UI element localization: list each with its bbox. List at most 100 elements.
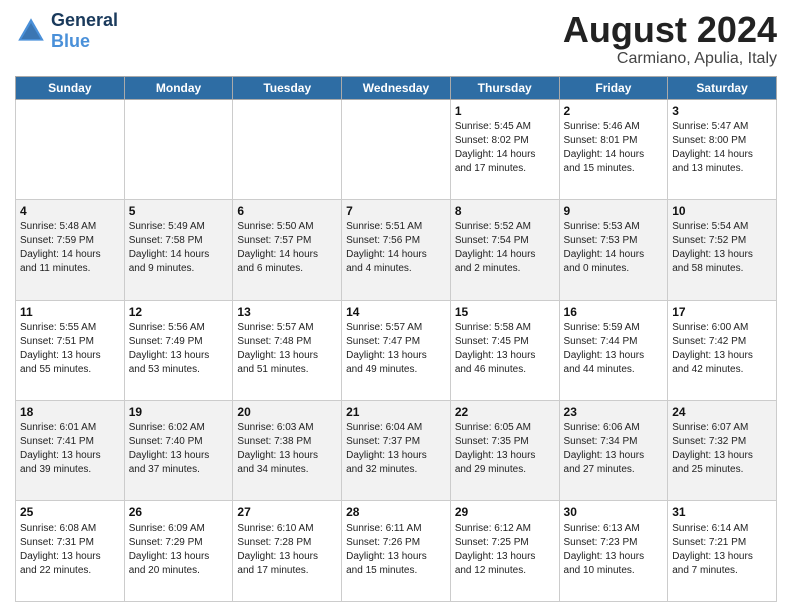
day-number: 25 — [20, 504, 120, 520]
day-number: 21 — [346, 404, 446, 420]
day-info: Sunrise: 6:07 AM Sunset: 7:32 PM Dayligh… — [672, 421, 772, 477]
day-info: Sunrise: 5:48 AM Sunset: 7:59 PM Dayligh… — [20, 220, 120, 276]
day-number: 18 — [20, 404, 120, 420]
day-info: Sunrise: 6:05 AM Sunset: 7:35 PM Dayligh… — [455, 421, 555, 477]
day-info: Sunrise: 5:59 AM Sunset: 7:44 PM Dayligh… — [564, 321, 664, 377]
calendar-cell-w4-d7: 24Sunrise: 6:07 AM Sunset: 7:32 PM Dayli… — [668, 401, 777, 501]
page: General Blue August 2024 Carmiano, Apuli… — [0, 0, 792, 612]
calendar-cell-w3-d6: 16Sunrise: 5:59 AM Sunset: 7:44 PM Dayli… — [559, 300, 668, 400]
calendar-cell-w1-d4 — [342, 99, 451, 199]
day-number: 11 — [20, 304, 120, 320]
col-saturday: Saturday — [668, 76, 777, 99]
logo-text: General Blue — [51, 10, 118, 52]
day-info: Sunrise: 6:00 AM Sunset: 7:42 PM Dayligh… — [672, 321, 772, 377]
calendar-cell-w5-d4: 28 Sunrise: 6:11 AM Sunset: 7:26 PM Dayli… — [342, 501, 451, 602]
day-number: 13 — [237, 304, 337, 320]
day-number: 10 — [672, 203, 772, 219]
day-info: Sunrise: 5:55 AM Sunset: 7:51 PM Dayligh… — [20, 321, 120, 377]
day-number: 5 — [129, 203, 229, 219]
calendar-cell-w4-d4: 21Sunrise: 6:04 AM Sunset: 7:37 PM Dayli… — [342, 401, 451, 501]
calendar-cell-w2-d2: 5Sunrise: 5:49 AM Sunset: 7:58 PM Daylig… — [124, 200, 233, 300]
calendar-cell-w4-d6: 23Sunrise: 6:06 AM Sunset: 7:34 PM Dayli… — [559, 401, 668, 501]
day-number: 26 — [129, 504, 229, 520]
calendar-cell-w1-d1 — [16, 99, 125, 199]
day-info: Sunrise: 5:57 AM Sunset: 7:47 PM Dayligh… — [346, 321, 446, 377]
day-info: Sunrise: 5:50 AM Sunset: 7:57 PM Dayligh… — [237, 220, 337, 276]
day-info: Sunrise: 5:57 AM Sunset: 7:48 PM Dayligh… — [237, 321, 337, 377]
day-info: Sunrise: 5:54 AM Sunset: 7:52 PM Dayligh… — [672, 220, 772, 276]
col-wednesday: Wednesday — [342, 76, 451, 99]
day-info: Sunrise: 6:14 AM Sunset: 7:21 PM Dayligh… — [672, 522, 772, 578]
day-number: 22 — [455, 404, 555, 420]
calendar-cell-w2-d3: 6Sunrise: 5:50 AM Sunset: 7:57 PM Daylig… — [233, 200, 342, 300]
day-number: 24 — [672, 404, 772, 420]
calendar-cell-w5-d3: 27 Sunrise: 6:10 AM Sunset: 7:28 PM Dayli… — [233, 501, 342, 602]
title-area: August 2024 Carmiano, Apulia, Italy — [563, 10, 777, 68]
calendar-cell-w1-d2 — [124, 99, 233, 199]
day-info: Sunrise: 5:53 AM Sunset: 7:53 PM Dayligh… — [564, 220, 664, 276]
day-info: Sunrise: 5:58 AM Sunset: 7:45 PM Dayligh… — [455, 321, 555, 377]
col-monday: Monday — [124, 76, 233, 99]
calendar-cell-w4-d1: 18Sunrise: 6:01 AM Sunset: 7:41 PM Dayli… — [16, 401, 125, 501]
day-number: 17 — [672, 304, 772, 320]
calendar-week-1: 1Sunrise: 5:45 AM Sunset: 8:02 PM Daylig… — [16, 99, 777, 199]
day-info: Sunrise: 6:02 AM Sunset: 7:40 PM Dayligh… — [129, 421, 229, 477]
day-number: 1 — [455, 103, 555, 119]
day-info: Sunrise: 6:03 AM Sunset: 7:38 PM Dayligh… — [237, 421, 337, 477]
day-info: Sunrise: 6:11 AM Sunset: 7:26 PM Dayligh… — [346, 522, 446, 578]
day-number: 27 — [237, 504, 337, 520]
calendar-cell-w4-d2: 19Sunrise: 6:02 AM Sunset: 7:40 PM Dayli… — [124, 401, 233, 501]
day-number: 3 — [672, 103, 772, 119]
calendar-cell-w3-d3: 13Sunrise: 5:57 AM Sunset: 7:48 PM Dayli… — [233, 300, 342, 400]
month-title: August 2024 — [563, 10, 777, 50]
day-number: 8 — [455, 203, 555, 219]
calendar-cell-w3-d2: 12Sunrise: 5:56 AM Sunset: 7:49 PM Dayli… — [124, 300, 233, 400]
day-number: 23 — [564, 404, 664, 420]
calendar-cell-w2-d1: 4Sunrise: 5:48 AM Sunset: 7:59 PM Daylig… — [16, 200, 125, 300]
logo: General Blue — [15, 10, 118, 52]
calendar-cell-w2-d4: 7Sunrise: 5:51 AM Sunset: 7:56 PM Daylig… — [342, 200, 451, 300]
calendar-header-row: Sunday Monday Tuesday Wednesday Thursday… — [16, 76, 777, 99]
day-info: Sunrise: 6:13 AM Sunset: 7:23 PM Dayligh… — [564, 522, 664, 578]
day-info: Sunrise: 6:09 AM Sunset: 7:29 PM Dayligh… — [129, 522, 229, 578]
day-number: 28 — [346, 504, 446, 520]
calendar-cell-w1-d3 — [233, 99, 342, 199]
calendar-cell-w2-d5: 8Sunrise: 5:52 AM Sunset: 7:54 PM Daylig… — [450, 200, 559, 300]
calendar-week-2: 4Sunrise: 5:48 AM Sunset: 7:59 PM Daylig… — [16, 200, 777, 300]
calendar-cell-w3-d5: 15Sunrise: 5:58 AM Sunset: 7:45 PM Dayli… — [450, 300, 559, 400]
calendar-table: Sunday Monday Tuesday Wednesday Thursday… — [15, 76, 777, 602]
day-info: Sunrise: 5:46 AM Sunset: 8:01 PM Dayligh… — [564, 120, 664, 176]
calendar-cell-w4-d3: 20Sunrise: 6:03 AM Sunset: 7:38 PM Dayli… — [233, 401, 342, 501]
calendar-week-5: 25Sunrise: 6:08 AM Sunset: 7:31 PM Dayli… — [16, 501, 777, 602]
col-thursday: Thursday — [450, 76, 559, 99]
day-number: 2 — [564, 103, 664, 119]
day-info: Sunrise: 6:01 AM Sunset: 7:41 PM Dayligh… — [20, 421, 120, 477]
day-number: 12 — [129, 304, 229, 320]
calendar-cell-w4-d5: 22Sunrise: 6:05 AM Sunset: 7:35 PM Dayli… — [450, 401, 559, 501]
subtitle: Carmiano, Apulia, Italy — [563, 50, 777, 68]
calendar-cell-w5-d6: 30Sunrise: 6:13 AM Sunset: 7:23 PM Dayli… — [559, 501, 668, 602]
calendar-cell-w3-d1: 11Sunrise: 5:55 AM Sunset: 7:51 PM Dayli… — [16, 300, 125, 400]
calendar-week-4: 18Sunrise: 6:01 AM Sunset: 7:41 PM Dayli… — [16, 401, 777, 501]
day-number: 4 — [20, 203, 120, 219]
col-tuesday: Tuesday — [233, 76, 342, 99]
calendar-cell-w3-d4: 14Sunrise: 5:57 AM Sunset: 7:47 PM Dayli… — [342, 300, 451, 400]
day-number: 7 — [346, 203, 446, 219]
day-info: Sunrise: 6:10 AM Sunset: 7:28 PM Dayligh… — [237, 522, 337, 578]
calendar-cell-w1-d6: 2Sunrise: 5:46 AM Sunset: 8:01 PM Daylig… — [559, 99, 668, 199]
calendar-cell-w2-d6: 9Sunrise: 5:53 AM Sunset: 7:53 PM Daylig… — [559, 200, 668, 300]
day-number: 16 — [564, 304, 664, 320]
header: General Blue August 2024 Carmiano, Apuli… — [15, 10, 777, 68]
day-number: 31 — [672, 504, 772, 520]
calendar-cell-w5-d1: 25Sunrise: 6:08 AM Sunset: 7:31 PM Dayli… — [16, 501, 125, 602]
calendar-week-3: 11Sunrise: 5:55 AM Sunset: 7:51 PM Dayli… — [16, 300, 777, 400]
day-info: Sunrise: 5:49 AM Sunset: 7:58 PM Dayligh… — [129, 220, 229, 276]
day-number: 14 — [346, 304, 446, 320]
logo-icon — [15, 15, 47, 47]
calendar-cell-w1-d5: 1Sunrise: 5:45 AM Sunset: 8:02 PM Daylig… — [450, 99, 559, 199]
calendar-cell-w3-d7: 17Sunrise: 6:00 AM Sunset: 7:42 PM Dayli… — [668, 300, 777, 400]
day-info: Sunrise: 5:51 AM Sunset: 7:56 PM Dayligh… — [346, 220, 446, 276]
calendar-cell-w5-d5: 29Sunrise: 6:12 AM Sunset: 7:25 PM Dayli… — [450, 501, 559, 602]
day-info: Sunrise: 6:06 AM Sunset: 7:34 PM Dayligh… — [564, 421, 664, 477]
col-sunday: Sunday — [16, 76, 125, 99]
